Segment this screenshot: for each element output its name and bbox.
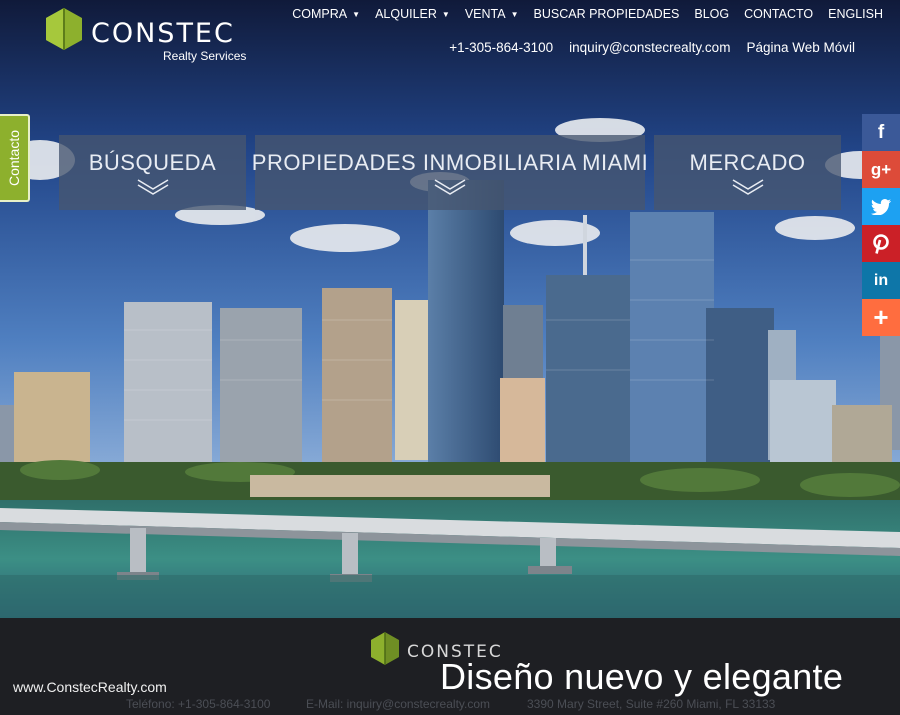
panel-label: MERCADO — [689, 150, 806, 175]
contact-tab-label: Contacto — [6, 129, 23, 187]
nav-blog[interactable]: BLOG — [694, 7, 729, 21]
pinterest-icon[interactable] — [862, 225, 900, 262]
nav-alquiler[interactable]: ALQUILER ▼ — [375, 7, 450, 21]
twitter-icon[interactable] — [862, 188, 900, 225]
nav-compra[interactable]: COMPRA ▼ — [292, 7, 360, 21]
phone-link[interactable]: +1-305-864-3100 — [449, 40, 553, 55]
nav-label: VENTA — [464, 7, 506, 21]
constec-hexagon-icon — [371, 632, 399, 665]
caret-down-icon: ▼ — [510, 9, 519, 19]
nav-label: CONTACTO — [744, 7, 814, 21]
chevron-down-icon — [732, 179, 763, 195]
footer-email: E-Mail: inquiry@constecrealty.com — [306, 697, 491, 711]
footer: CONSTEC Teléfono: +1-305-864-3100 E-Mail… — [0, 618, 900, 715]
caret-down-icon: ▼ — [352, 9, 361, 19]
panel-propiedades[interactable]: PROPIEDADES INMOBILIARIA MIAMI — [251, 135, 649, 210]
caret-down-icon: ▼ — [441, 9, 450, 19]
panel-busqueda[interactable]: BÚSQUEDA — [59, 135, 246, 210]
contact-bar: +1-305-864-3100 inquiry@constecrealty.co… — [449, 40, 855, 55]
main-navigation: COMPRA ▼ ALQUILER ▼ VENTA ▼ BUSCAR PROPI… — [292, 7, 883, 21]
nav-venta[interactable]: VENTA ▼ — [465, 7, 519, 21]
email-link[interactable]: inquiry@constecrealty.com — [569, 40, 730, 55]
share-plus-icon[interactable]: + — [862, 299, 900, 336]
social-share-bar: f g+ in + — [862, 114, 900, 336]
brand-logo[interactable]: CONSTEC Realty Services — [46, 8, 256, 66]
chevron-down-icon — [434, 179, 466, 195]
nav-english[interactable]: ENGLISH — [828, 7, 883, 21]
website-url: www.ConstecRealty.com — [13, 679, 167, 695]
chevron-down-icon — [137, 179, 168, 195]
constec-hexagon-icon — [46, 8, 82, 50]
footer-phone: Teléfono: +1-305-864-3100 — [126, 697, 271, 711]
nav-label: BLOG — [694, 7, 730, 21]
facebook-icon[interactable]: f — [862, 114, 900, 151]
nav-contacto[interactable]: CONTACTO — [744, 7, 813, 21]
nav-label: BUSCAR PROPIEDADES — [533, 7, 680, 21]
hero-cityscape-image — [0, 0, 900, 618]
nav-label: COMPRA — [292, 7, 348, 21]
nav-label: ALQUILER — [375, 7, 437, 21]
brand-tagline: Realty Services — [163, 49, 247, 63]
panel-label: PROPIEDADES INMOBILIARIA MIAMI — [251, 150, 649, 175]
promo-headline: Diseño nuevo y elegante — [440, 656, 844, 697]
nav-buscar-propiedades[interactable]: BUSCAR PROPIEDADES — [534, 7, 680, 21]
mobile-site-link[interactable]: Página Web Móvil — [746, 40, 855, 55]
contact-side-tab[interactable]: Contacto — [0, 114, 30, 202]
nav-label: ENGLISH — [828, 7, 883, 21]
linkedin-icon[interactable]: in — [862, 262, 900, 299]
panel-label: BÚSQUEDA — [88, 150, 217, 175]
panel-mercado[interactable]: MERCADO — [654, 135, 841, 210]
google-plus-icon[interactable]: g+ — [862, 151, 900, 188]
footer-address: 3390 Mary Street, Suite #260 Miami, FL 3… — [527, 697, 776, 711]
brand-name: CONSTEC — [91, 18, 235, 49]
